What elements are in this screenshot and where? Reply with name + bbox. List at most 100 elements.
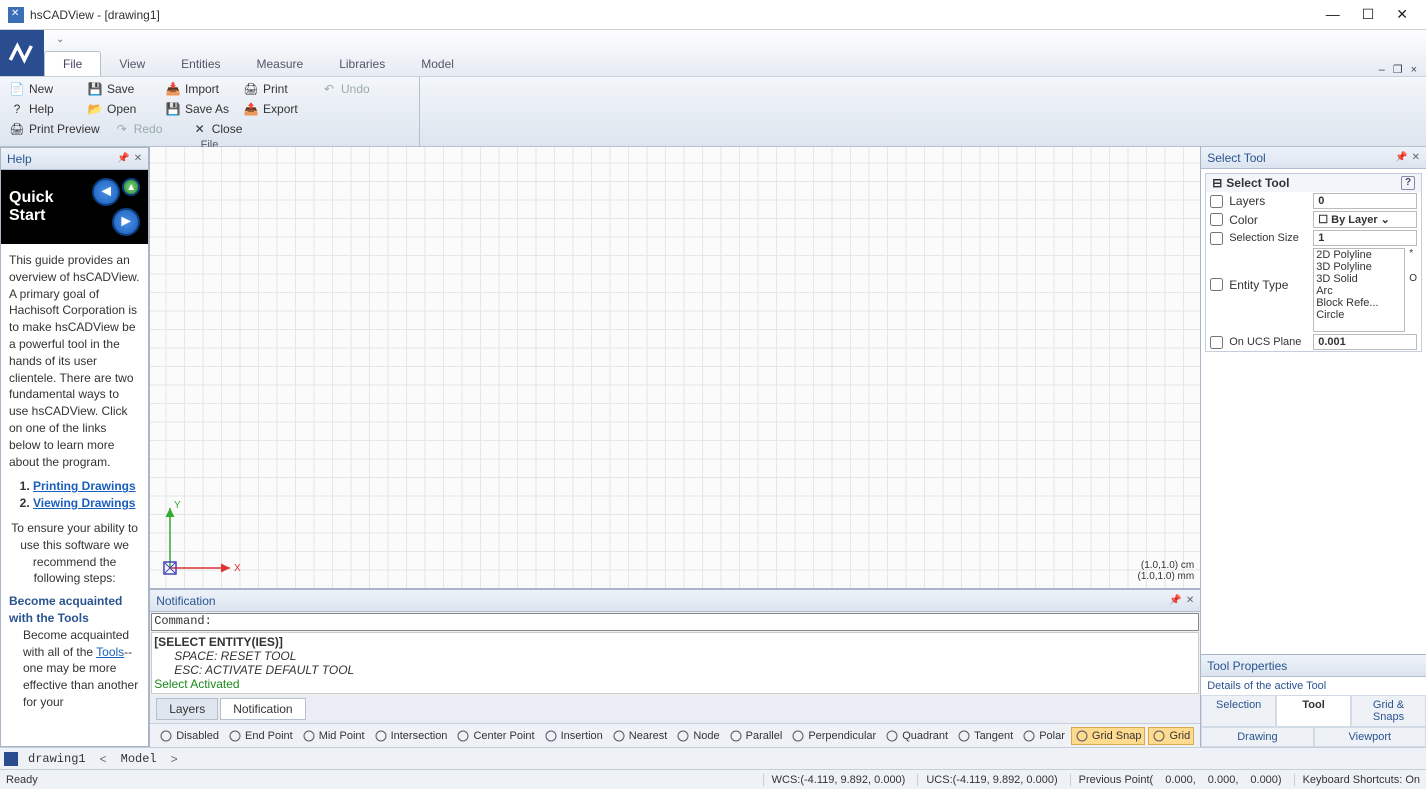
selsize-value[interactable]: 1 bbox=[1313, 230, 1417, 246]
nav-forward-button[interactable]: ► bbox=[112, 208, 140, 236]
status-ucs: UCS:(-4.119, 9.892, 0.000) bbox=[917, 774, 1057, 786]
props-tab-drawing[interactable]: Drawing bbox=[1201, 727, 1313, 747]
ribbon-print-preview-button[interactable]: 🖨Print Preview bbox=[6, 120, 103, 138]
window-title: hsCADView - [drawing1] bbox=[30, 8, 160, 22]
snap-nearest[interactable]: Nearest bbox=[609, 728, 671, 744]
snap-parallel[interactable]: Parallel bbox=[726, 728, 786, 744]
app-logo[interactable] bbox=[0, 30, 44, 76]
ribbon-help-button[interactable]: ?Help bbox=[6, 100, 76, 118]
mdi-minimize-button[interactable]: – bbox=[1376, 64, 1388, 76]
menu-tab-measure[interactable]: Measure bbox=[239, 52, 322, 76]
mdi-restore-button[interactable]: ❐ bbox=[1390, 63, 1406, 76]
entity-checkbox[interactable] bbox=[1210, 278, 1223, 291]
ribbon-import-button[interactable]: 📥Import bbox=[162, 80, 232, 98]
snap-grid[interactable]: Grid bbox=[1148, 727, 1194, 745]
pin-icon[interactable]: 📌 bbox=[1395, 152, 1407, 163]
menu-tab-model[interactable]: Model bbox=[403, 52, 472, 76]
mdi-close-button[interactable]: × bbox=[1408, 64, 1420, 76]
selsize-checkbox[interactable] bbox=[1210, 232, 1223, 245]
snap-disabled[interactable]: Disabled bbox=[156, 728, 222, 744]
status-shortcuts: Keyboard Shortcuts: On bbox=[1294, 774, 1420, 786]
scroll-left-button[interactable]: < bbox=[96, 752, 111, 766]
doc-tab-drawing[interactable]: drawing1 bbox=[24, 752, 90, 766]
help-header: Quick Start bbox=[9, 189, 92, 224]
select-all-button[interactable]: * bbox=[1409, 248, 1417, 259]
snap-grid-snap[interactable]: Grid Snap bbox=[1071, 727, 1146, 745]
color-checkbox[interactable] bbox=[1210, 213, 1223, 226]
command-input[interactable]: Command: bbox=[151, 613, 1199, 631]
status-prev: Previous Point( bbox=[1070, 774, 1154, 786]
ribbon-open-button[interactable]: 📂Open bbox=[84, 100, 154, 118]
quick-access-toolbar[interactable]: ⌄ bbox=[44, 30, 1426, 48]
color-value[interactable]: ☐ By Layer ⌄ bbox=[1313, 211, 1417, 228]
entity-option[interactable]: 3D Polyline bbox=[1314, 261, 1404, 273]
snap-center-point[interactable]: Center Point bbox=[453, 728, 537, 744]
collapse-icon[interactable]: ⊟ bbox=[1212, 176, 1222, 190]
entity-option[interactable]: Arc bbox=[1314, 285, 1404, 297]
close-button[interactable]: ✕ bbox=[1396, 6, 1408, 23]
bottom-tab-notification[interactable]: Notification bbox=[220, 698, 305, 720]
snap-insertion[interactable]: Insertion bbox=[541, 728, 606, 744]
tools-link[interactable]: Tools bbox=[96, 645, 124, 659]
snap-node[interactable]: Node bbox=[673, 728, 722, 744]
status-bar: Ready WCS:(-4.119, 9.892, 0.000) UCS:(-4… bbox=[0, 769, 1426, 789]
close-icon[interactable]: ✕ bbox=[134, 153, 142, 164]
layers-checkbox[interactable] bbox=[1210, 195, 1223, 208]
snap-tangent[interactable]: Tangent bbox=[954, 728, 1016, 744]
snap-bar: DisabledEnd PointMid PointIntersectionCe… bbox=[150, 723, 1200, 747]
ribbon-export-button[interactable]: 📤Export bbox=[240, 100, 310, 118]
nav-back-button[interactable]: ◄ bbox=[92, 178, 120, 206]
minimize-button[interactable]: — bbox=[1326, 6, 1340, 23]
snap-quadrant[interactable]: Quadrant bbox=[882, 728, 951, 744]
props-tab-grid-snaps[interactable]: Grid & Snaps bbox=[1351, 695, 1426, 727]
snap-mid-point[interactable]: Mid Point bbox=[299, 728, 368, 744]
pin-icon[interactable]: 📌 bbox=[117, 153, 129, 164]
snap-intersection[interactable]: Intersection bbox=[371, 728, 451, 744]
doc-icon bbox=[4, 752, 18, 766]
onucs-checkbox[interactable] bbox=[1210, 336, 1223, 349]
menu-tab-entities[interactable]: Entities bbox=[163, 52, 238, 76]
entity-option[interactable]: 3D Solid bbox=[1314, 273, 1404, 285]
help-sub-heading: Become acquainted with the Tools bbox=[9, 593, 140, 627]
props-title: Tool Properties bbox=[1207, 659, 1287, 673]
snap-end-point[interactable]: End Point bbox=[225, 728, 296, 744]
bottom-tab-layers[interactable]: Layers bbox=[156, 698, 218, 720]
props-tab-tool[interactable]: Tool bbox=[1276, 695, 1351, 727]
maximize-button[interactable]: ☐ bbox=[1362, 6, 1375, 23]
help-body-text: This guide provides an overview of hsCAD… bbox=[9, 252, 140, 470]
doc-tab-model[interactable]: Model bbox=[117, 752, 161, 766]
entity-option[interactable]: 2D Polyline bbox=[1314, 249, 1404, 261]
select-none-button[interactable]: O bbox=[1409, 273, 1417, 284]
snap-polar[interactable]: Polar bbox=[1019, 728, 1068, 744]
menu-tab-libraries[interactable]: Libraries bbox=[321, 52, 403, 76]
help-ensure-text: To ensure your ability to use this softw… bbox=[9, 520, 140, 587]
center-column: X Y (1.0,1.0) cm(1.0,1.0) mm Notificatio… bbox=[149, 147, 1201, 747]
help-icon[interactable]: ? bbox=[1401, 176, 1415, 190]
help-link[interactable]: Viewing Drawings bbox=[33, 496, 135, 510]
layers-value[interactable]: 0 bbox=[1313, 193, 1417, 209]
entity-option[interactable]: Block Refe... bbox=[1314, 297, 1404, 309]
ribbon-redo-button[interactable]: ↷Redo bbox=[111, 120, 181, 138]
entity-type-list[interactable]: 2D Polyline3D Polyline3D SolidArcBlock R… bbox=[1313, 248, 1405, 332]
close-icon[interactable]: ✕ bbox=[1186, 595, 1194, 606]
ribbon-new-button[interactable]: 📄New bbox=[6, 80, 76, 98]
notification-title: Notification bbox=[156, 594, 215, 608]
pin-icon[interactable]: 📌 bbox=[1169, 595, 1181, 606]
ribbon-save-button[interactable]: 💾Save bbox=[84, 80, 154, 98]
menu-tab-view[interactable]: View bbox=[101, 52, 163, 76]
snap-perpendicular[interactable]: Perpendicular bbox=[788, 728, 879, 744]
ribbon-undo-button[interactable]: ↶Undo bbox=[318, 80, 388, 98]
help-link[interactable]: Printing Drawings bbox=[33, 479, 136, 493]
menu-tab-file[interactable]: File bbox=[44, 51, 101, 76]
entity-option[interactable]: Circle bbox=[1314, 309, 1404, 321]
onucs-value[interactable]: 0.001 bbox=[1313, 334, 1417, 350]
nav-up-button[interactable]: ▲ bbox=[122, 178, 140, 196]
ribbon-save-as-button[interactable]: 💾Save As bbox=[162, 100, 232, 118]
ribbon-print-button[interactable]: 🖨Print bbox=[240, 80, 310, 98]
props-tab-viewport[interactable]: Viewport bbox=[1314, 727, 1426, 747]
close-icon[interactable]: ✕ bbox=[1412, 152, 1420, 163]
scroll-right-button[interactable]: > bbox=[167, 752, 182, 766]
drawing-canvas[interactable]: X Y (1.0,1.0) cm(1.0,1.0) mm bbox=[150, 147, 1200, 589]
props-tab-selection[interactable]: Selection bbox=[1201, 695, 1276, 727]
ribbon-close-button[interactable]: ✕Close bbox=[189, 120, 259, 138]
